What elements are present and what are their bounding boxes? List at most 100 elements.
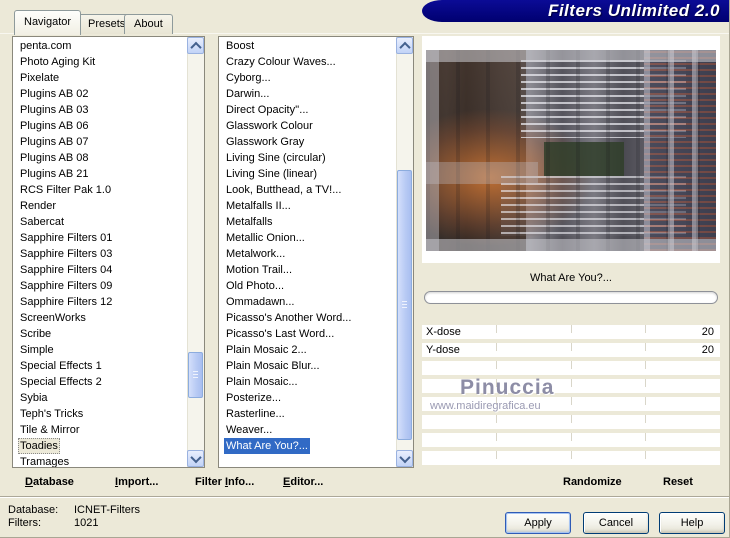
list-item[interactable]: Sapphire Filters 12 — [13, 294, 204, 310]
list-item[interactable]: Sapphire Filters 01 — [13, 230, 204, 246]
help-button[interactable]: Help — [659, 512, 725, 534]
filter-list[interactable]: Boost Crazy Colour Waves... Cyborg... Darwi… — [218, 36, 414, 468]
list-item[interactable]: ScreenWorks — [13, 310, 204, 326]
scroll-up-button[interactable] — [396, 37, 413, 54]
list-item[interactable]: Toadies — [13, 438, 204, 454]
list-item-label: Living Sine (circular) — [226, 152, 326, 164]
list-item-label: Picasso's Another Word... — [226, 312, 352, 324]
list-item[interactable]: Direct Opacity''... — [219, 102, 413, 118]
list-item[interactable]: Picasso's Another Word... — [219, 310, 413, 326]
list-item[interactable]: Sybia — [13, 390, 204, 406]
editor-button[interactable]: Editor... — [283, 476, 323, 490]
scrollbar-thumb[interactable] — [397, 170, 412, 440]
app-title: Filters Unlimited 2.0 — [547, 1, 720, 20]
list-item[interactable]: What Are You?... — [219, 438, 413, 454]
list-item[interactable]: Scribe — [13, 326, 204, 342]
list-item[interactable]: Look, Butthead, a TV!... — [219, 182, 413, 198]
list-item[interactable]: Render — [13, 198, 204, 214]
list-item-label: Boost — [226, 40, 255, 52]
list-item-label: Look, Butthead, a TV!... — [226, 184, 342, 196]
list-item-label: Special Effects 2 — [20, 376, 102, 388]
list-item[interactable]: Metalfalls — [219, 214, 413, 230]
list-item[interactable]: Living Sine (circular) — [219, 150, 413, 166]
import-button[interactable]: Import... — [115, 476, 158, 490]
category-list[interactable]: penta.com Photo Aging Kit Pixelate Plugins … — [12, 36, 205, 468]
cancel-button[interactable]: Cancel — [583, 512, 649, 534]
list-item[interactable]: Plain Mosaic... — [219, 374, 413, 390]
list-item[interactable]: Boost — [219, 38, 413, 54]
scroll-down-button[interactable] — [396, 450, 413, 467]
list-item[interactable]: Tile & Mirror — [13, 422, 204, 438]
list-item[interactable]: Special Effects 1 — [13, 358, 204, 374]
list-item-label: Plugins AB 21 — [20, 168, 89, 180]
reset-button[interactable]: Reset — [663, 476, 693, 490]
list-item[interactable]: Special Effects 2 — [13, 374, 204, 390]
list-item[interactable]: Plugins AB 06 — [13, 118, 204, 134]
list-item[interactable]: Old Photo... — [219, 278, 413, 294]
list-item-label: Sapphire Filters 01 — [20, 232, 113, 244]
list-item[interactable]: Crazy Colour Waves... — [219, 54, 413, 70]
randomize-button[interactable]: Randomize — [563, 476, 622, 490]
list-item-label: RCS Filter Pak 1.0 — [20, 184, 112, 196]
database-button[interactable]: Database — [25, 476, 74, 490]
filter-scrollbar[interactable] — [396, 37, 413, 467]
list-item[interactable]: Glasswork Gray — [219, 134, 413, 150]
list-item[interactable]: Ommadawn... — [219, 294, 413, 310]
slider-row-empty — [422, 433, 720, 447]
category-scrollbar[interactable] — [187, 37, 204, 467]
list-item[interactable]: Metalfalls II... — [219, 198, 413, 214]
preview-caption: What Are You?... — [530, 272, 612, 284]
list-item[interactable]: Cyborg... — [219, 70, 413, 86]
list-item[interactable]: Sapphire Filters 04 — [13, 262, 204, 278]
scroll-up-button[interactable] — [187, 37, 204, 54]
list-item[interactable]: Pixelate — [13, 70, 204, 86]
list-item[interactable]: Plugins AB 03 — [13, 102, 204, 118]
slider-row-y-dose[interactable]: Y-dose 20 — [422, 343, 720, 357]
chevron-up-icon — [398, 41, 411, 53]
list-item-label: What Are You?... — [224, 438, 310, 454]
list-item[interactable]: Tramages — [13, 454, 204, 468]
scroll-down-button[interactable] — [187, 450, 204, 467]
list-item[interactable]: Glasswork Colour — [219, 118, 413, 134]
list-item[interactable]: RCS Filter Pak 1.0 — [13, 182, 204, 198]
list-item[interactable]: Plugins AB 21 — [13, 166, 204, 182]
list-item[interactable]: Plain Mosaic Blur... — [219, 358, 413, 374]
list-item[interactable]: Teph's Tricks — [13, 406, 204, 422]
slider-row-x-dose[interactable]: X-dose 20 — [422, 325, 720, 339]
filter-info-button[interactable]: Filter Info... — [195, 476, 254, 490]
list-item-label: Metallic Onion... — [226, 232, 305, 244]
list-item[interactable]: Sapphire Filters 09 — [13, 278, 204, 294]
list-item[interactable]: Posterize... — [219, 390, 413, 406]
list-item[interactable]: Darwin... — [219, 86, 413, 102]
list-item[interactable]: Plain Mosaic 2... — [219, 342, 413, 358]
list-item[interactable]: Weaver... — [219, 422, 413, 438]
list-item[interactable]: Living Sine (linear) — [219, 166, 413, 182]
list-item[interactable]: Plugins AB 08 — [13, 150, 204, 166]
list-item-label: Sapphire Filters 09 — [20, 280, 113, 292]
list-item-label: Special Effects 1 — [20, 360, 102, 372]
apply-button[interactable]: Apply — [505, 512, 571, 534]
list-item-label: Posterize... — [226, 392, 282, 404]
list-item[interactable]: Plugins AB 07 — [13, 134, 204, 150]
list-item[interactable]: Metallic Onion... — [219, 230, 413, 246]
list-item-label: Plain Mosaic... — [226, 376, 298, 388]
slider-row-empty — [422, 379, 720, 393]
list-item[interactable]: penta.com — [13, 38, 204, 54]
list-item[interactable]: Picasso's Last Word... — [219, 326, 413, 342]
list-item[interactable]: Photo Aging Kit — [13, 54, 204, 70]
tab-about[interactable]: About — [124, 14, 173, 34]
list-item-label: Tramages — [20, 456, 70, 468]
scrollbar-thumb[interactable] — [188, 352, 203, 398]
list-item[interactable]: Rasterline... — [219, 406, 413, 422]
list-item[interactable]: Metalwork... — [219, 246, 413, 262]
preview-art-left-band-mid — [426, 162, 538, 184]
preview-image[interactable] — [426, 50, 716, 251]
list-item-label: Sybia — [20, 392, 48, 404]
slider-row-empty — [422, 451, 720, 465]
list-item[interactable]: Simple — [13, 342, 204, 358]
list-item[interactable]: Sapphire Filters 03 — [13, 246, 204, 262]
list-item[interactable]: Motion Trail... — [219, 262, 413, 278]
tab-navigator[interactable]: Navigator — [14, 10, 82, 35]
list-item[interactable]: Plugins AB 02 — [13, 86, 204, 102]
list-item[interactable]: Sabercat — [13, 214, 204, 230]
